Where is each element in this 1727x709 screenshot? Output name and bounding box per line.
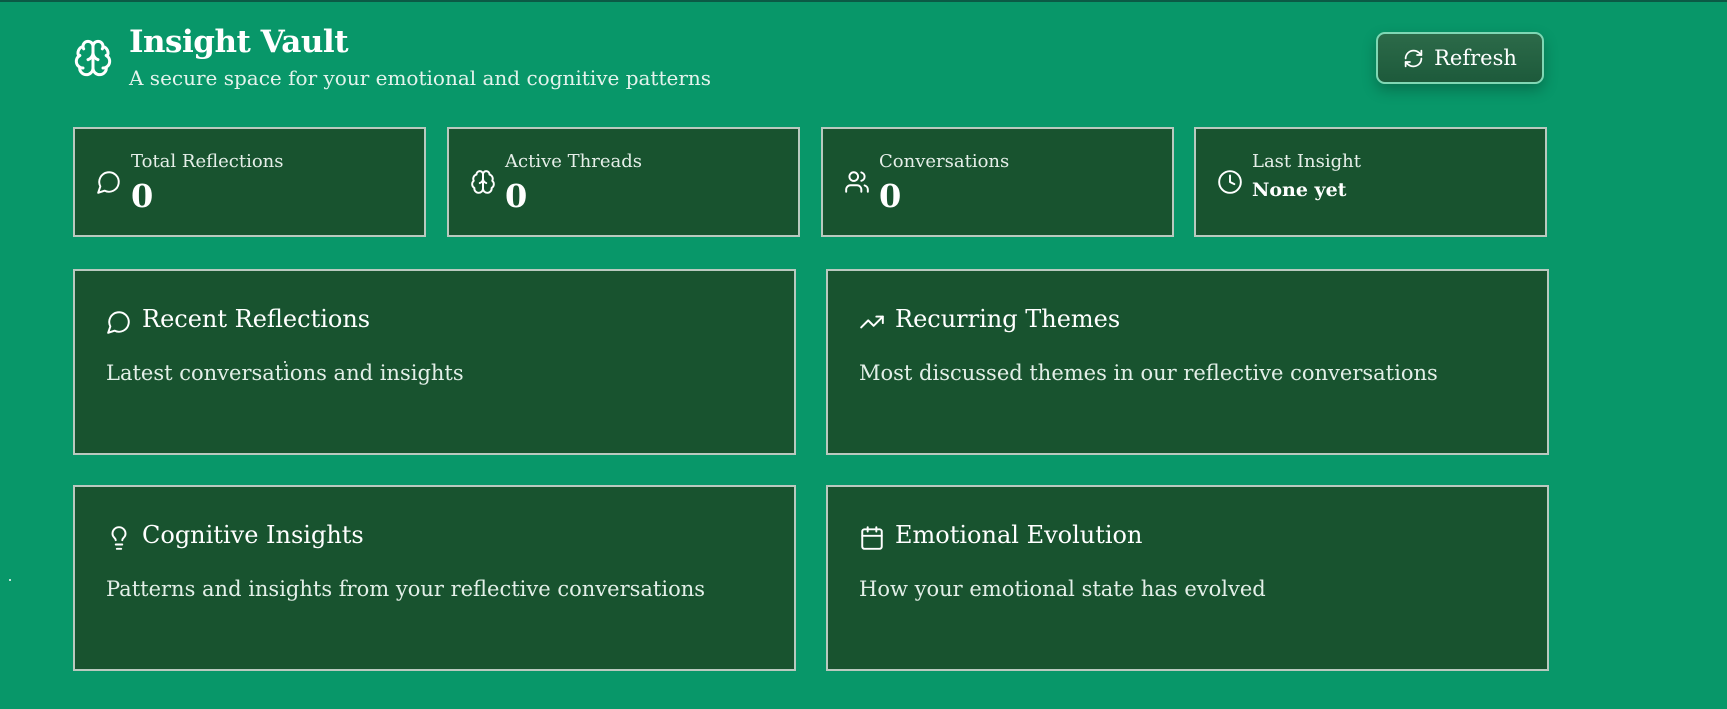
calendar-icon	[859, 525, 885, 551]
stat-label: Active Threads	[505, 151, 642, 172]
refresh-label: Refresh	[1434, 46, 1517, 70]
panel-title: Cognitive Insights	[142, 521, 364, 549]
stat-value: 0	[879, 177, 902, 215]
panel-recent-reflections: Recent Reflections Latest conversations …	[73, 269, 796, 455]
message-circle-icon	[96, 169, 122, 195]
panel-title: Recent Reflections	[142, 305, 371, 333]
sparkle-dot	[284, 361, 286, 363]
panel-description: How your emotional state has evolved	[859, 577, 1266, 601]
panel-title: Recurring Themes	[895, 305, 1121, 333]
panel-recurring-themes: Recurring Themes Most discussed themes i…	[826, 269, 1549, 455]
panel-description: Latest conversations and insights	[106, 361, 464, 385]
clock-icon	[1217, 169, 1243, 195]
stat-card-last-insight: Last Insight None yet	[1194, 127, 1547, 237]
panel-cognitive-insights: Cognitive Insights Patterns and insights…	[73, 485, 796, 671]
panel-description: Patterns and insights from your reflecti…	[106, 577, 706, 601]
stat-value: 0	[131, 177, 154, 215]
page-title: Insight Vault	[129, 24, 349, 60]
page-subtitle: A secure space for your emotional and co…	[129, 66, 712, 90]
stat-value: None yet	[1252, 179, 1347, 201]
stat-card-active-threads: Active Threads 0	[447, 127, 800, 237]
brain-icon	[73, 38, 113, 78]
stat-card-total-reflections: Total Reflections 0	[73, 127, 426, 237]
brain-icon	[470, 169, 496, 195]
top-border	[0, 0, 1727, 2]
message-circle-icon	[106, 309, 132, 335]
panel-title: Emotional Evolution	[895, 521, 1143, 549]
stat-value: 0	[505, 177, 528, 215]
stat-label: Total Reflections	[131, 151, 284, 172]
panel-description: Most discussed themes in our reflective …	[859, 361, 1438, 385]
lightbulb-icon	[106, 525, 132, 551]
trending-up-icon	[859, 309, 885, 335]
refresh-icon	[1403, 48, 1424, 69]
page-header: Insight Vault A secure space for your em…	[73, 24, 1548, 94]
refresh-button[interactable]: Refresh	[1376, 32, 1544, 84]
users-icon	[844, 169, 870, 195]
sparkle-dot	[9, 579, 11, 581]
stat-card-conversations: Conversations 0	[821, 127, 1174, 237]
stat-label: Conversations	[879, 151, 1010, 172]
stat-label: Last Insight	[1252, 151, 1361, 172]
panel-emotional-evolution: Emotional Evolution How your emotional s…	[826, 485, 1549, 671]
